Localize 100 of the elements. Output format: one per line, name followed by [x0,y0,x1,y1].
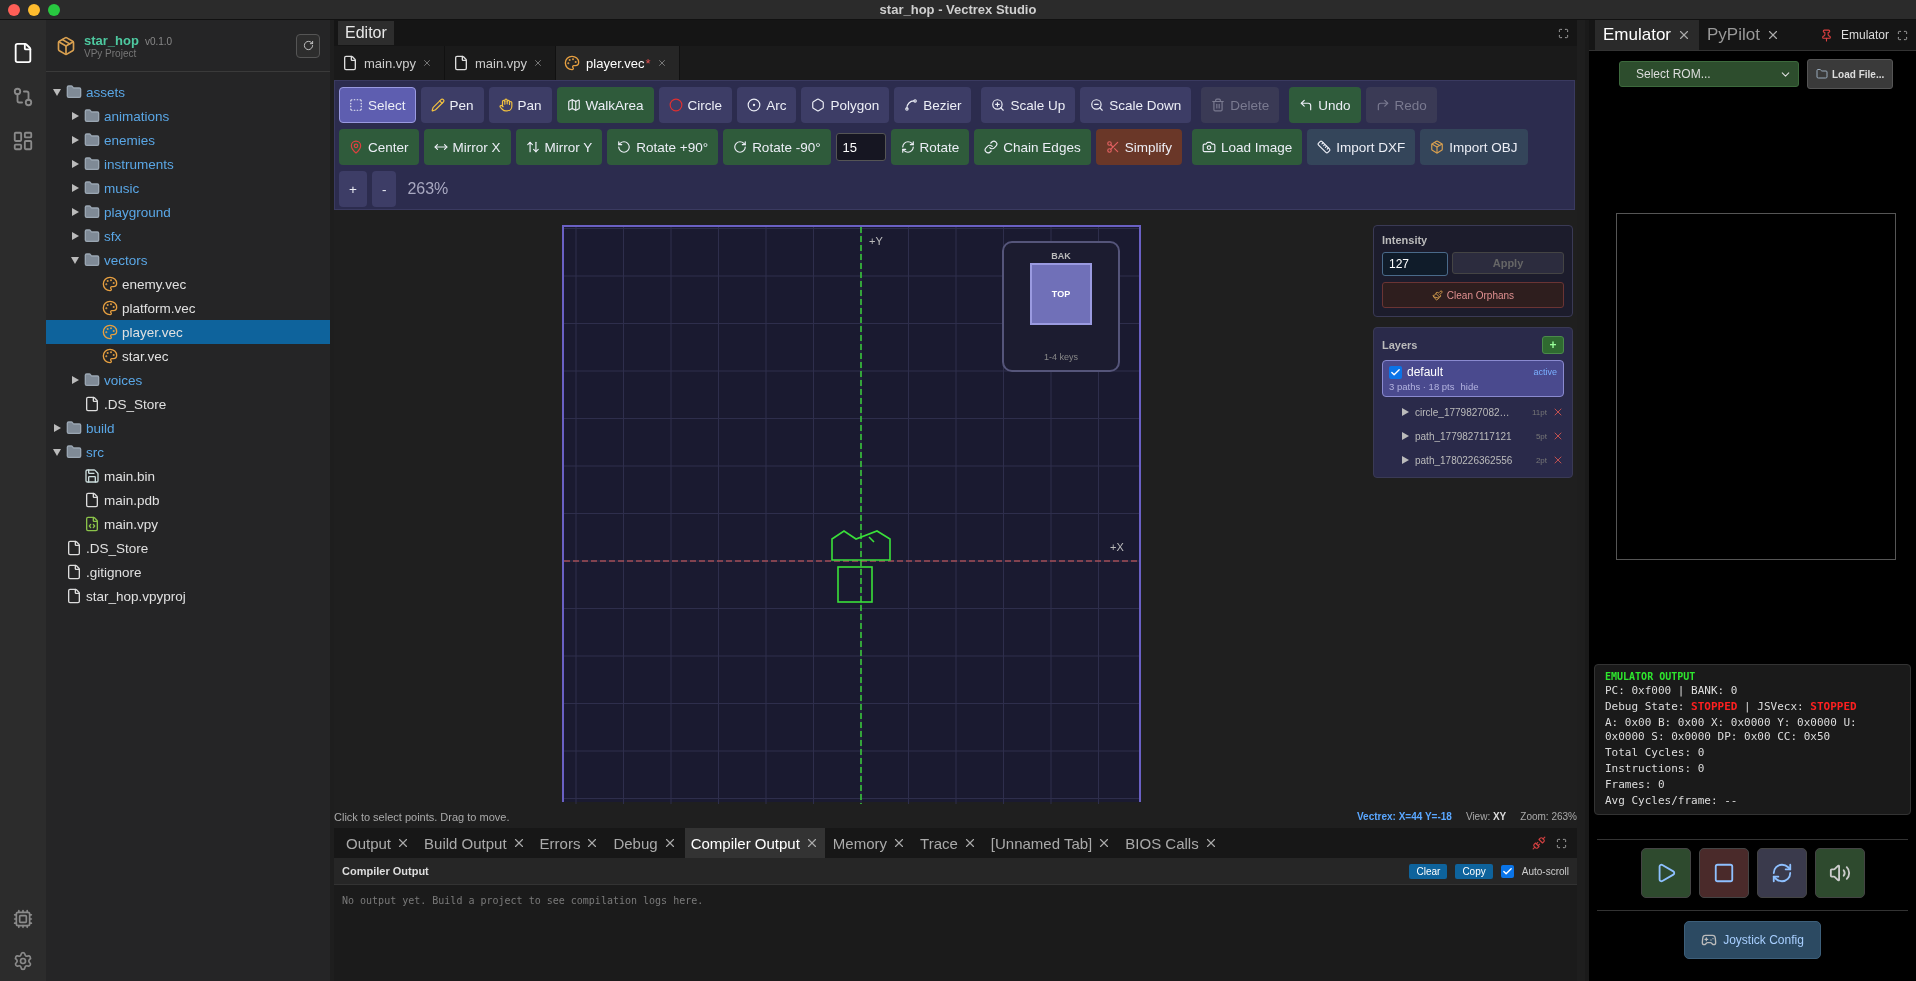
toolbar-button[interactable]: Pan [488,87,552,123]
file-tree-item[interactable]: voices [46,368,330,392]
settings-icon[interactable] [13,951,33,971]
pin-icon[interactable] [1819,28,1833,42]
toolbar-button[interactable]: Arc [737,87,797,123]
panel-tab[interactable]: Emulator [1595,20,1700,50]
file-tree-item[interactable]: main.pdb [46,488,330,512]
toolbar-button[interactable]: Center [339,129,419,165]
toolbar-button[interactable]: + [339,171,367,207]
panel-tab[interactable]: Build Output [418,828,532,858]
emulator-control-button[interactable] [1698,848,1749,898]
view-cube[interactable]: BAK TOP 1-4 keys [1002,241,1120,372]
panel-tab[interactable]: Errors [533,828,606,858]
path-row[interactable]: path_1779827117121 5pt [1382,427,1564,445]
expand-triangle-icon[interactable] [70,375,80,385]
file-icon[interactable] [12,42,34,64]
file-tree-item[interactable]: playground [46,200,330,224]
file-tree-item[interactable]: build [46,416,330,440]
toolbar-button[interactable]: Undo [1289,87,1361,123]
panel-tab[interactable]: BIOS Calls [1119,828,1224,858]
panel-tab[interactable]: Editor [338,21,394,45]
toolbar-button[interactable]: Mirror Y [515,129,603,165]
panel-tab[interactable]: Output [340,828,417,858]
toolbar-button[interactable]: Circle [658,87,733,123]
layer-checkbox[interactable] [1389,365,1402,379]
expand-triangle-icon[interactable] [52,423,62,433]
auto-scroll-checkbox[interactable] [1500,864,1514,878]
grid-panel-icon[interactable] [12,130,34,152]
toolbar-button[interactable]: Load Image [1191,129,1303,165]
file-tree-item[interactable]: star.vec [46,344,330,368]
maximize-window-icon[interactable] [48,3,60,16]
collapse-triangle-icon[interactable] [70,255,80,265]
emulator-control-button[interactable] [1756,848,1807,898]
expand-triangle-icon[interactable] [1400,431,1410,441]
minimize-window-icon[interactable] [28,3,40,16]
panel-tab[interactable]: Compiler Output [684,828,825,858]
file-tree-item[interactable]: .DS_Store [46,392,330,416]
toolbar-button[interactable]: Scale Up [981,87,1076,123]
maximize-icon[interactable] [1558,27,1569,39]
panel-tab[interactable]: [Unnamed Tab] [984,828,1118,858]
file-tree-item[interactable]: main.vpy [46,512,330,536]
toolbar-button[interactable]: Rotate [890,129,970,165]
panel-tab[interactable]: PyPilot [1699,20,1788,50]
expand-triangle-icon[interactable] [1400,455,1410,465]
file-tree-item[interactable]: enemies [46,128,330,152]
joystick-config-button[interactable]: Joystick Config [1684,921,1821,959]
view-cube-top-face[interactable]: TOP [1030,263,1092,325]
close-window-icon[interactable] [8,3,20,16]
file-tree-item[interactable]: instruments [46,152,330,176]
toolbar-button[interactable]: Polygon [801,87,890,123]
toolbar-button[interactable]: Scale Down [1080,87,1192,123]
delete-icon[interactable] [1552,454,1564,466]
expand-triangle-icon[interactable] [70,135,80,145]
clean-orphans-button[interactable]: Clean Orphans [1382,282,1564,308]
collapse-triangle-icon[interactable] [52,447,62,457]
file-tree-item[interactable]: platform.vec [46,296,330,320]
toolbar-button[interactable]: Mirror X [423,129,511,165]
file-tree-item[interactable]: .gitignore [46,560,330,584]
maximize-icon[interactable] [1897,29,1908,41]
file-tree-item[interactable]: music [46,176,330,200]
file-tree-item[interactable]: sfx [46,224,330,248]
expand-triangle-icon[interactable] [1400,407,1410,417]
close-icon[interactable] [533,58,544,68]
close-icon[interactable] [656,58,667,68]
toolbar-button[interactable]: Select [339,87,416,123]
file-tree-item[interactable]: main.bin [46,464,330,488]
path-row[interactable]: circle_1779827082… 11pt [1382,403,1564,421]
branch-icon[interactable] [12,86,34,108]
file-tree-item[interactable]: assets [46,80,330,104]
angle-input-field[interactable]: 15 [835,133,886,161]
toolbar-button[interactable]: WalkArea [556,87,654,123]
toolbar-button[interactable]: Simplify [1095,129,1182,165]
vector-shape-drawing[interactable] [831,530,891,603]
toolbar-button[interactable]: Import DXF [1307,129,1416,165]
path-row[interactable]: path_1780226362556 2pt [1382,451,1564,469]
add-layer-button[interactable]: + [1542,336,1564,354]
panel-tab[interactable]: Debug [607,828,683,858]
emulator-control-button[interactable] [1640,848,1691,898]
toolbar-button[interactable]: Rotate -90° [723,129,831,165]
file-tree-item[interactable]: src [46,440,330,464]
panel-tab[interactable]: Memory [826,828,913,858]
file-tree-item[interactable]: .DS_Store [46,536,330,560]
toolbar-button[interactable]: Rotate +90° [607,129,719,165]
delete-icon[interactable] [1552,406,1564,418]
toolbar-button[interactable]: Bezier [894,87,972,123]
toolbar-button[interactable]: Chain Edges [974,129,1091,165]
toolbar-button[interactable]: Import OBJ [1420,129,1528,165]
toolbar-button[interactable]: Pen [420,87,484,123]
rom-select-dropdown[interactable]: Select ROM... [1619,61,1799,87]
file-tree-item[interactable]: vectors [46,248,330,272]
panel-tab[interactable]: Trace [914,828,983,858]
toolbar-button[interactable]: - [371,171,397,207]
refresh-button[interactable] [296,33,320,58]
emulator-control-button[interactable] [1814,848,1865,898]
maximize-icon[interactable] [1556,837,1567,849]
file-tree-item[interactable]: animations [46,104,330,128]
layer-card[interactable]: default active 3 paths · 18 pts hide [1382,360,1564,397]
expand-triangle-icon[interactable] [70,207,80,217]
collapse-triangle-icon[interactable] [52,87,62,97]
expand-triangle-icon[interactable] [70,231,80,241]
